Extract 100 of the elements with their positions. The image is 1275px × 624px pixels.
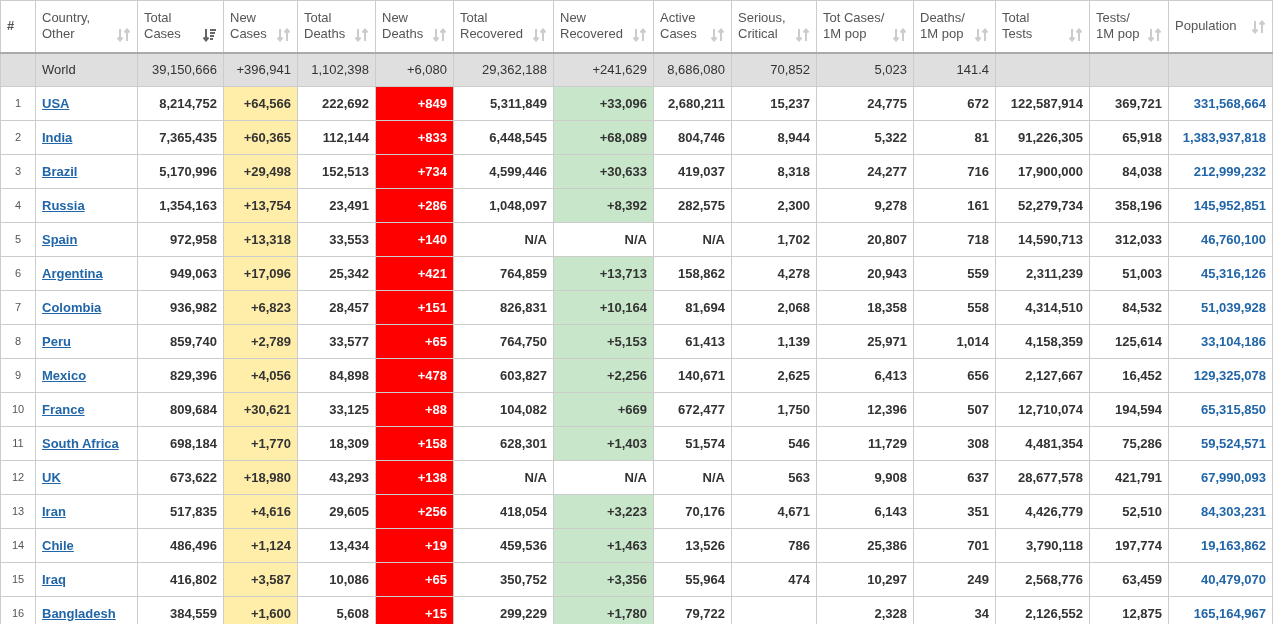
country-link[interactable]: Spain	[42, 231, 78, 247]
table-cell: 20,943	[816, 256, 914, 291]
table-cell: 804,746	[653, 120, 732, 155]
table-cell: 716	[913, 154, 996, 189]
table-cell: 416,802	[137, 562, 224, 597]
table-cell: 29,605	[297, 494, 376, 529]
table-cell: 559	[913, 256, 996, 291]
country-link[interactable]: Russia	[42, 197, 85, 213]
column-header[interactable]: #	[0, 0, 36, 53]
table-cell: 81	[913, 120, 996, 155]
table-cell: +421	[375, 256, 454, 291]
column-header[interactable]: Total Deaths	[297, 0, 376, 53]
table-cell: N/A	[653, 460, 732, 495]
table-cell: N/A	[453, 222, 554, 257]
table-cell: 55,964	[653, 562, 732, 597]
table-cell: 43,293	[297, 460, 376, 495]
table-cell: 81,694	[653, 290, 732, 325]
country-link[interactable]: India	[42, 129, 73, 145]
country-link[interactable]: USA	[42, 95, 70, 111]
country-link[interactable]: Brazil	[42, 163, 78, 179]
table-cell: +5,153	[553, 324, 654, 359]
country-link[interactable]: Iran	[42, 503, 66, 519]
table-cell: 28,457	[297, 290, 376, 325]
table-cell: 2,127,667	[995, 358, 1090, 393]
table-cell: 2,680,211	[653, 86, 732, 121]
column-header[interactable]: New Recovered	[553, 0, 654, 53]
table-cell: 859,740	[137, 324, 224, 359]
column-header[interactable]: Total Tests	[995, 0, 1090, 53]
table-cell: 46,760,100	[1168, 222, 1273, 257]
column-header[interactable]: Deaths/ 1M pop	[913, 0, 996, 53]
column-header[interactable]: Country, Other	[35, 0, 138, 53]
country-name: World	[35, 52, 138, 87]
table-cell: +1,780	[553, 596, 654, 624]
column-header[interactable]: Active Cases	[653, 0, 732, 53]
column-header[interactable]: Serious, Critical	[731, 0, 817, 53]
column-header[interactable]: New Deaths	[375, 0, 454, 53]
column-header[interactable]: Tot Cases/ 1M pop	[816, 0, 914, 53]
table-cell: 8,214,752	[137, 86, 224, 121]
table-cell: +138	[375, 460, 454, 495]
table-cell: 16,452	[1089, 358, 1169, 393]
table-cell: 28,677,578	[995, 460, 1090, 495]
country-link[interactable]: Chile	[42, 537, 74, 553]
table-cell: 809,684	[137, 392, 224, 427]
table-cell: 152,513	[297, 154, 376, 189]
table-cell: 829,396	[137, 358, 224, 393]
table-cell: 84,303,231	[1168, 494, 1273, 529]
table-cell: 29,362,188	[453, 52, 554, 87]
table-cell: 145,952,851	[1168, 188, 1273, 223]
table-cell: 1,750	[731, 392, 817, 427]
table-cell: 507	[913, 392, 996, 427]
country-link[interactable]: UK	[42, 469, 61, 485]
table-cell: 5,322	[816, 120, 914, 155]
table-cell: 4,671	[731, 494, 817, 529]
table-cell: 4,481,354	[995, 426, 1090, 461]
table-cell: 637	[913, 460, 996, 495]
table-cell: 17,900,000	[995, 154, 1090, 189]
table-cell: 972,958	[137, 222, 224, 257]
column-header[interactable]: Total Cases	[137, 0, 224, 53]
table-cell: 312,033	[1089, 222, 1169, 257]
table-cell: +396,941	[223, 52, 298, 87]
rank-number: 8	[0, 324, 36, 359]
table-cell: +60,365	[223, 120, 298, 155]
table-cell: 5,023	[816, 52, 914, 87]
table-cell: 546	[731, 426, 817, 461]
table-cell: 51,574	[653, 426, 732, 461]
table-cell: 603,827	[453, 358, 554, 393]
table-cell: 701	[913, 528, 996, 563]
table-cell: 104,082	[453, 392, 554, 427]
column-header[interactable]: Population	[1168, 0, 1273, 53]
table-cell: 65,918	[1089, 120, 1169, 155]
table-cell: 51,003	[1089, 256, 1169, 291]
country-link[interactable]: Iraq	[42, 571, 66, 587]
table-cell: N/A	[453, 460, 554, 495]
country-link[interactable]: Mexico	[42, 367, 87, 383]
table-cell: +8,392	[553, 188, 654, 223]
table-cell: 1,702	[731, 222, 817, 257]
table-cell: 826,831	[453, 290, 554, 325]
table-cell: 13,434	[297, 528, 376, 563]
table-cell: 358,196	[1089, 188, 1169, 223]
column-header[interactable]: Total Recovered	[453, 0, 554, 53]
table-cell: 25,342	[297, 256, 376, 291]
table-cell: 161	[913, 188, 996, 223]
table-cell: N/A	[553, 222, 654, 257]
country-link[interactable]: France	[42, 401, 85, 417]
table-cell: +33,096	[553, 86, 654, 121]
table-cell: 2,625	[731, 358, 817, 393]
table-cell: 308	[913, 426, 996, 461]
table-cell: 141.4	[913, 52, 996, 87]
country-link[interactable]: Peru	[42, 333, 71, 349]
table-cell: +13,713	[553, 256, 654, 291]
table-cell: 33,104,186	[1168, 324, 1273, 359]
rank-number: 13	[0, 494, 36, 529]
column-header[interactable]: Tests/ 1M pop	[1089, 0, 1169, 53]
table-cell: +286	[375, 188, 454, 223]
table-cell: 70,852	[731, 52, 817, 87]
sort-icon[interactable]	[203, 28, 217, 43]
rank-number: 15	[0, 562, 36, 597]
table-cell: 1,383,937,818	[1168, 120, 1273, 155]
table-cell: 61,413	[653, 324, 732, 359]
column-header[interactable]: New Cases	[223, 0, 298, 53]
